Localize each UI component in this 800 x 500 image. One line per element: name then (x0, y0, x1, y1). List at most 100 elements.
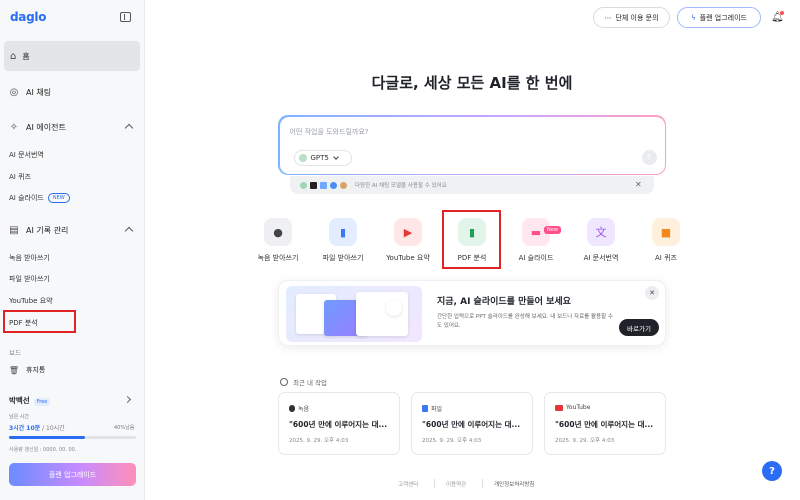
page-title: 다글로, 세상 모든 AI를 한 번에 (371, 74, 573, 92)
footer-divider (482, 479, 483, 488)
remain-time-value: 3시간 10분 / 10시간 (9, 423, 65, 432)
tool-file[interactable]: ▮ 파일 받아쓰기 (313, 218, 373, 263)
remain-time-label: 남은 시간 (9, 414, 29, 420)
logo[interactable]: daglo (10, 10, 46, 24)
new-badge: New (544, 226, 561, 234)
recent-card[interactable]: YouTube "600년 만에 이루어지는 대... 2025. 9. 29.… (544, 392, 666, 455)
recent-card-date: 2025. 9. 29. 오후 4:03 (422, 438, 482, 444)
recent-work-label: 최근 내 작업 (280, 377, 327, 387)
sidebar-collapse-icon[interactable] (120, 12, 131, 22)
recent-type-label: 파일 (431, 406, 443, 413)
promo-card: 지금, AI 슬라이드를 만들어 보세요 간단한 입력으로 PPT 슬라이드를 … (278, 280, 666, 346)
sidebar-item-trash[interactable]: 🗑 휴지통 (8, 364, 45, 376)
tool-slide[interactable]: ▬ New AI 슬라이드 (506, 218, 566, 263)
sidebar-item-home[interactable]: ⌂ 홈 (4, 41, 140, 71)
recent-card-type: 녹음 (289, 404, 309, 413)
sparkle-icon: ✧ (9, 121, 19, 133)
model-strip-text: 다양한 AI 채팅 모델을 사용할 수 있어요 (355, 183, 447, 189)
recent-type-label: 녹음 (298, 406, 310, 413)
team-inquiry-button[interactable]: ⋯ 단체 이용 문의 (593, 7, 670, 28)
team-inquiry-label: 단체 이용 문의 (615, 13, 659, 22)
model-icon-3 (320, 181, 327, 189)
promo-go-button[interactable]: 바로가기 (619, 319, 659, 336)
sidebar-item-label: AI 채팅 (26, 87, 52, 97)
recent-card-title: "600년 만에 이루어지는 대... (289, 420, 388, 429)
document-icon: ▤ (9, 224, 19, 236)
help-button[interactable]: ? (762, 461, 782, 481)
usage-progress-bar (9, 436, 136, 439)
translate-icon: 文 (587, 218, 615, 246)
file-icon (422, 405, 428, 412)
footer-link-terms[interactable]: 이용약관 (446, 480, 466, 488)
sidebar-item-label: 휴지통 (26, 366, 46, 374)
send-button[interactable]: ↑ (641, 149, 657, 165)
recent-card-title: "600년 만에 이루어지는 대... (422, 420, 521, 429)
tool-label: 파일 받아쓰기 (322, 254, 364, 262)
new-badge: NEW (47, 193, 70, 203)
gemini-model-icon (330, 181, 337, 189)
user-name-text: 박백선 (9, 396, 30, 405)
pdf-highlight-box (3, 310, 76, 333)
tool-youtube[interactable]: ▶ YouTube 요약 (378, 218, 438, 263)
footer-link-support[interactable]: 고객센터 (398, 480, 418, 488)
model-label: GPT5 (310, 153, 329, 162)
recent-type-label: YouTube (566, 404, 591, 411)
gpt-model-icon (300, 181, 307, 189)
notification-dot (780, 11, 784, 15)
claude-model-icon (340, 181, 347, 189)
mic-icon (289, 405, 295, 412)
sidebar-group-record[interactable]: ▤ AI 기록 관리 (8, 224, 136, 236)
tool-label: AI 슬라이드 (518, 254, 554, 262)
sidebar-upgrade-button[interactable]: 플랜 업그레이드 (9, 463, 136, 486)
model-select[interactable]: GPT5 (293, 149, 352, 166)
sidebar-group-ai-agent[interactable]: ✧ AI 에이전트 (8, 121, 136, 133)
sidebar-item-ai-chat[interactable]: ◎ AI 채팅 (8, 86, 51, 98)
quiz-icon: ■ (652, 218, 680, 246)
plan-upgrade-button[interactable]: ϟ 플랜 업그레이드 (677, 7, 761, 28)
recent-card-title: "600년 만에 이루어지는 대... (555, 420, 654, 429)
home-icon: ⌂ (10, 50, 17, 62)
close-icon[interactable]: ✕ (635, 180, 642, 189)
youtube-icon (555, 404, 563, 411)
sidebar-item-quiz[interactable]: AI 퀴즈 (9, 172, 31, 182)
tool-quiz[interactable]: ■ AI 퀴즈 (636, 218, 696, 263)
sidebar-item-translate[interactable]: AI 문서번역 (9, 150, 44, 160)
user-name[interactable]: 박백선 Free (9, 395, 51, 406)
lightning-icon: ϟ (691, 13, 696, 22)
chevron-right-icon[interactable] (123, 395, 132, 404)
recent-card[interactable]: 녹음 "600년 만에 이루어지는 대... 2025. 9. 29. 오후 4… (278, 392, 400, 455)
tool-label: AI 문서번역 (583, 254, 619, 262)
chevron-down-icon (333, 153, 339, 160)
recent-card[interactable]: 파일 "600년 만에 이루어지는 대... 2025. 9. 29. 오후 4… (411, 392, 533, 455)
prompt-box[interactable]: 어떤 작업을 도와드릴까요? GPT5 ↑ (278, 115, 666, 175)
clock-icon (280, 378, 288, 386)
close-icon[interactable]: ✕ (645, 286, 659, 300)
prompt-input[interactable]: 어떤 작업을 도와드릴까요? (290, 127, 369, 137)
chat-icon: ◎ (9, 86, 19, 98)
tool-label: AI 퀴즈 (655, 254, 677, 262)
sidebar-item-record[interactable]: 녹음 받아쓰기 (9, 253, 50, 263)
model-icon (298, 153, 307, 162)
model-info-strip: 다양한 AI 채팅 모델을 사용할 수 있어요 ✕ (290, 176, 654, 194)
sidebar-item-label: 홈 (22, 51, 30, 61)
footer-link-privacy[interactable]: 개인정보처리방침 (494, 480, 534, 488)
sidebar-group-label: AI 에이전트 (26, 122, 66, 132)
usage-update-date: 사용량 갱신일 : 0000. 00. 00. (9, 447, 77, 453)
promo-title: 지금, AI 슬라이드를 만들어 보세요 (437, 297, 571, 307)
sidebar-item-youtube[interactable]: YouTube 요약 (9, 296, 53, 306)
remain-used: 3시간 10분 (9, 425, 41, 432)
sidebar-item-label: AI 슬라이드 (9, 194, 44, 202)
remain-percent: 40%남음 (114, 425, 135, 431)
grok-model-icon (310, 181, 317, 189)
sidebar-item-slide[interactable]: AI 슬라이드 NEW (9, 193, 70, 203)
promo-description: 간단한 입력으로 PPT 슬라이드를 완성해 보세요. 내 보드나 자료를 활용… (437, 314, 613, 329)
sidebar: daglo ⌂ 홈 ◎ AI 채팅 ✧ AI 에이전트 AI 문서번역 AI 퀴… (0, 0, 145, 500)
tool-translate[interactable]: 文 AI 문서번역 (571, 218, 631, 263)
arrow-up-icon: ↑ (645, 152, 653, 162)
remain-total: / 10시간 (40, 425, 65, 432)
usage-progress-fill (9, 436, 86, 439)
sidebar-item-file[interactable]: 파일 받아쓰기 (9, 274, 50, 284)
promo-illustration (286, 286, 422, 342)
tool-record[interactable]: ● 녹음 받아쓰기 (248, 218, 308, 263)
recent-card-date: 2025. 9. 29. 오후 4:03 (289, 438, 349, 444)
